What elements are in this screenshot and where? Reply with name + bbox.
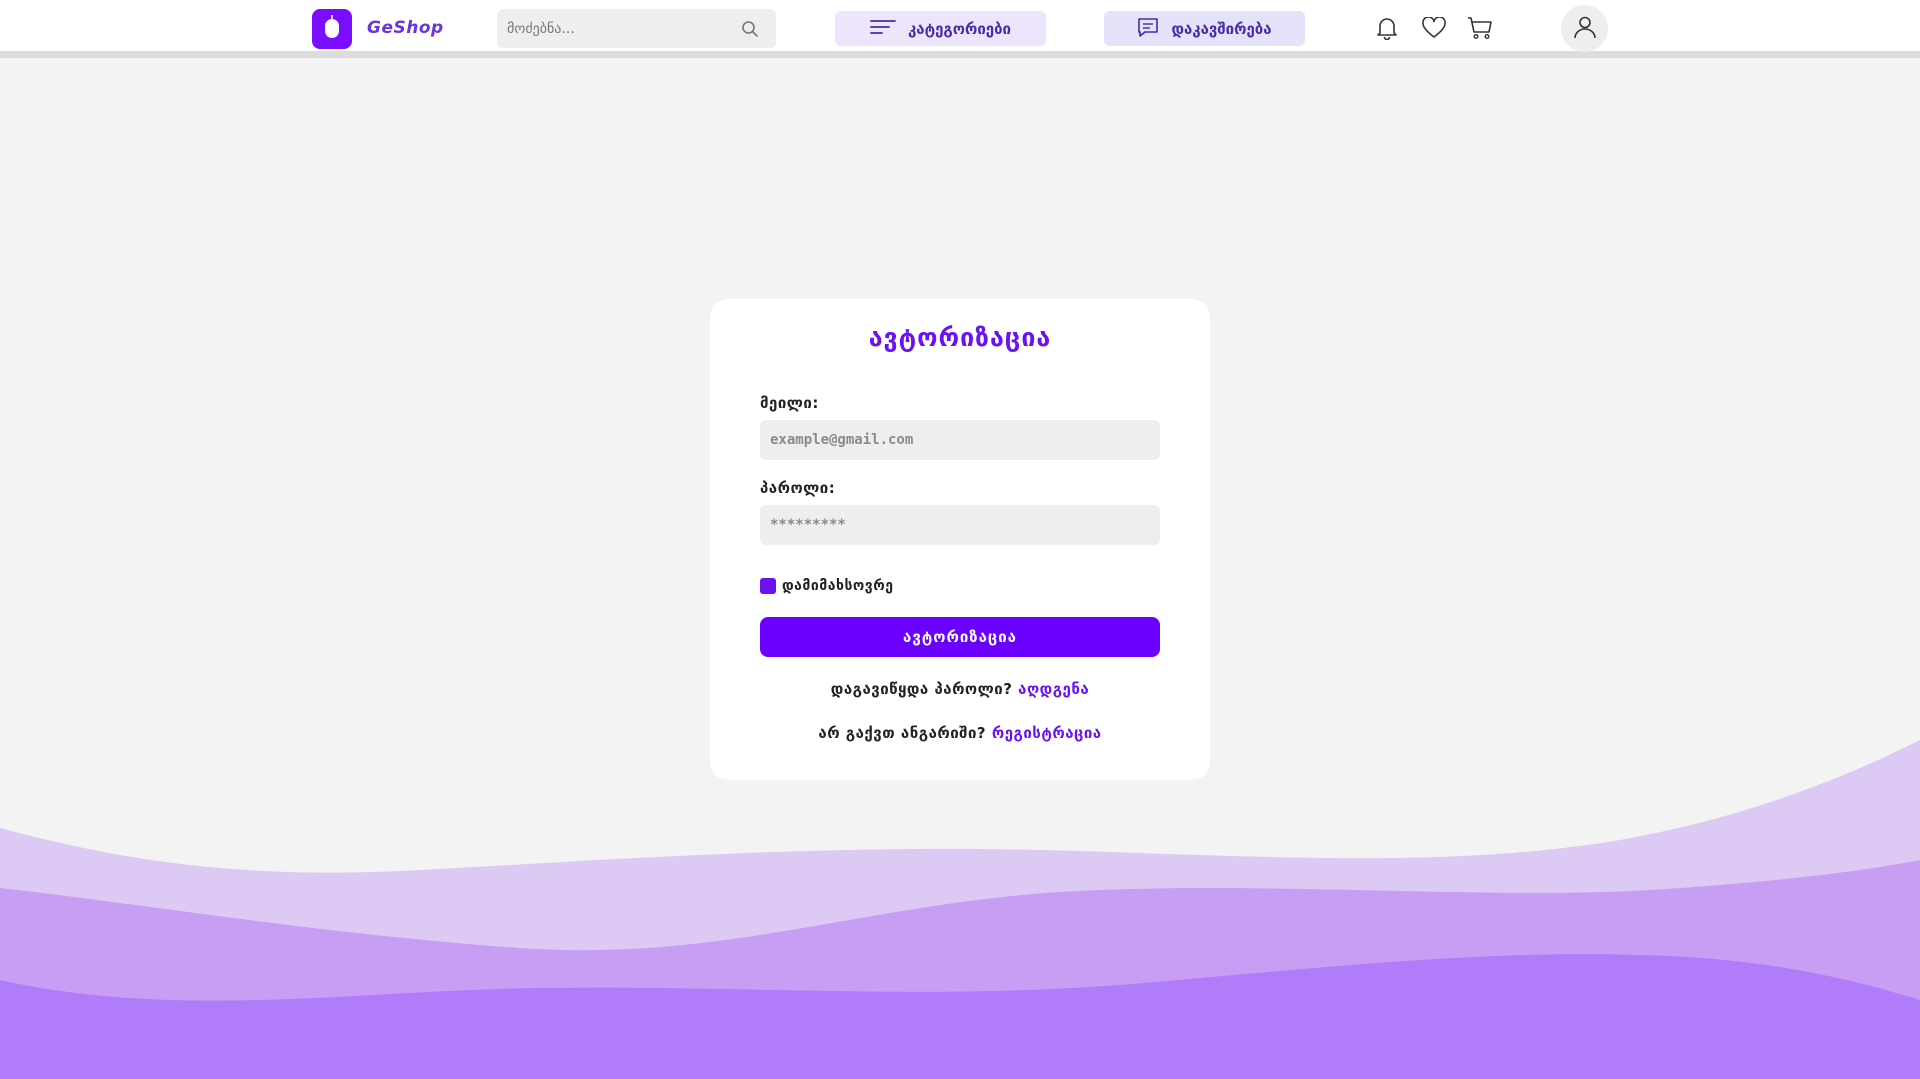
menu-lines-icon (870, 19, 896, 39)
user-icon (1573, 15, 1597, 43)
bell-icon[interactable] (1373, 14, 1401, 42)
categories-label: კატეგორიები (907, 19, 1012, 38)
recover-password-link[interactable]: აღდგენა (1018, 680, 1089, 698)
heart-icon[interactable] (1420, 14, 1448, 42)
login-card: ავტორიზაცია მეილი: პაროლი: დამიმახსოვრე … (710, 299, 1210, 780)
cart-icon[interactable] (1466, 14, 1494, 42)
brand-name[interactable]: GeShop (367, 18, 444, 38)
remember-checkbox[interactable] (760, 578, 776, 594)
forgot-password-text: დაგავიწყდა პაროლი? (830, 680, 1013, 698)
remember-label[interactable]: დამიმახსოვრე (782, 578, 894, 594)
register-row: არ გაქვთ ანგარიში? რეგისტრაცია (710, 724, 1210, 742)
contact-label: დაკავშირება (1171, 19, 1272, 38)
logo[interactable] (312, 9, 352, 49)
mouse-icon (323, 15, 341, 43)
login-title: ავტორიზაცია (868, 323, 1052, 352)
email-label: მეილი: (760, 394, 819, 412)
login-submit-button[interactable]: ავტორიზაცია (760, 617, 1160, 657)
password-label: პაროლი: (760, 479, 836, 497)
top-nav-bar: GeShop კატეგორიები დაკავშ (0, 0, 1920, 58)
forgot-password-row: დაგავიწყდა პაროლი? აღდგენა (710, 680, 1210, 698)
search-box (497, 9, 776, 48)
categories-button[interactable]: კატეგორიები (835, 11, 1046, 46)
search-icon[interactable] (740, 19, 760, 39)
search-input[interactable] (507, 20, 727, 37)
remember-me: დამიმახსოვრე (760, 578, 894, 594)
register-link[interactable]: რეგისტრაცია (992, 724, 1102, 742)
user-account-button[interactable] (1561, 5, 1608, 52)
password-field[interactable] (760, 505, 1160, 545)
contact-button[interactable]: დაკავშირება (1104, 11, 1305, 46)
no-account-text: არ გაქვთ ანგარიში? (818, 724, 987, 742)
email-field[interactable] (760, 420, 1160, 460)
chat-icon (1137, 17, 1159, 41)
